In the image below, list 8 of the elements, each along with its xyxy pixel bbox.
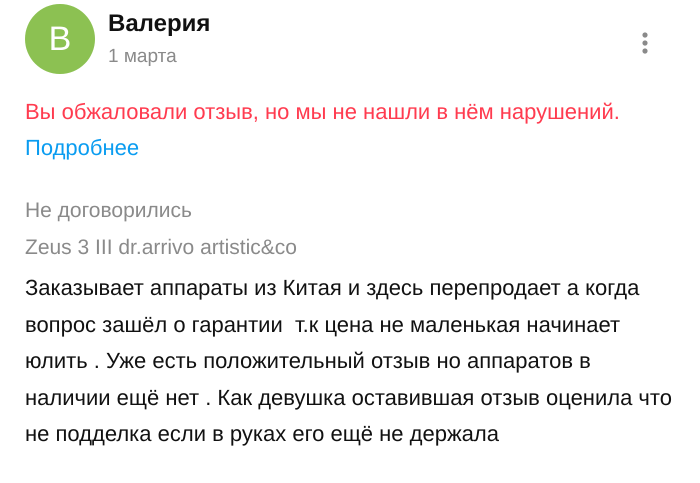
details-link[interactable]: Подробнее [25, 135, 140, 160]
item-name: Zeus 3 III dr.arrivo artistic&co [25, 235, 298, 261]
avatar: В [25, 4, 95, 74]
author-name: Валерия [108, 10, 212, 38]
review-date: 1 марта [108, 46, 178, 68]
review-text: Заказывает аппараты из Китая и здесь перепродает а когда вопрос зашёл о гарантии т.к цена не маленькая начинает юлить . Уже есть положительный отзыв но аппаратов в наличии ещё нет . Как девушка оставившая отзыв оценила что не подделка если в руках его ещё не держала [25, 274, 673, 448]
appeal-notice: Вы обжаловали отзыв, но мы не нашли в нём нарушений. Подробнее [25, 98, 621, 162]
deal-status: Не договорились [25, 198, 193, 224]
